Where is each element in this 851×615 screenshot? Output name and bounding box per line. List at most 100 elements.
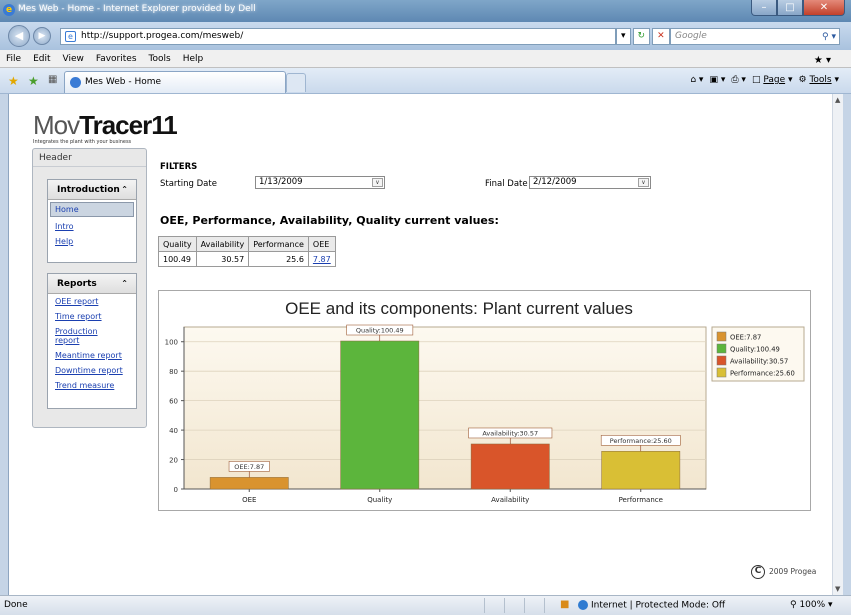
oee-chart: OEE and its components: Plant current va…: [165, 299, 805, 504]
menu-favorites[interactable]: Favorites: [96, 50, 137, 67]
y-tick-label: 20: [169, 457, 178, 465]
menu-tools[interactable]: Tools: [149, 50, 171, 67]
table-header-row: Quality Availability Performance OEE: [158, 236, 336, 252]
logo-text-light: Mov: [33, 110, 80, 140]
tools-menu-label: Tools: [809, 75, 832, 85]
search-icon[interactable]: ⚲ ▾: [822, 30, 836, 45]
data-label: Performance:25.60: [610, 437, 672, 445]
legend-entry: Quality:100.49: [730, 346, 780, 354]
add-favorite-icon[interactable]: ★: [28, 74, 39, 88]
page-menu[interactable]: □ Page ▾: [752, 75, 793, 85]
print-icon[interactable]: ⎙ ▾: [731, 75, 746, 85]
security-icon[interactable]: ■: [560, 599, 569, 610]
sidebar-item-help[interactable]: Help: [48, 234, 136, 249]
stop-icon[interactable]: ✕: [652, 28, 670, 45]
introduction-panel-header[interactable]: Introduction ⌃: [48, 180, 136, 200]
quick-tabs-icon[interactable]: ▦: [48, 74, 57, 85]
introduction-title: Introduction: [57, 185, 120, 195]
starting-date-label: Starting Date: [160, 179, 217, 189]
zoom-control[interactable]: ⚲ 100% ▾: [790, 600, 833, 610]
reports-panel-header[interactable]: Reports ⌃: [48, 274, 136, 294]
tab-mes-web-home[interactable]: Mes Web - Home: [64, 71, 286, 93]
dropdown-arrow-icon[interactable]: ▾: [616, 28, 631, 45]
feeds-icon[interactable]: ▣ ▾: [709, 75, 725, 85]
status-bar: Done ■ Internet | Protected Mode: Off ⚲ …: [0, 595, 851, 615]
table-header: Quality: [158, 236, 197, 252]
chevron-down-icon[interactable]: ∨: [638, 178, 649, 187]
x-tick-label: Quality: [367, 496, 392, 504]
address-bar-row: ◀ ▶ e http://support.progea.com/mesweb/ …: [0, 22, 851, 50]
sidebar-item-oee-report[interactable]: OEE report: [48, 294, 136, 309]
page-icon: e: [65, 31, 76, 42]
table-header: Performance: [248, 236, 309, 252]
new-tab-button[interactable]: [286, 73, 306, 92]
data-label: Quality:100.49: [356, 327, 404, 335]
starting-date-value: 1/13/2009: [259, 177, 303, 187]
sidebar-item-time-report[interactable]: Time report: [48, 309, 136, 324]
y-tick-label: 80: [169, 368, 178, 376]
sidebar-item-downtime-report[interactable]: Downtime report: [48, 363, 136, 378]
collapse-chevron-icon[interactable]: ⌃: [121, 180, 128, 200]
search-input[interactable]: Google ⚲ ▾: [670, 28, 840, 45]
table-cell-oee: 7.87: [307, 251, 336, 267]
movtracer-logo: MovTracer11 Integrates the plant with yo…: [33, 110, 178, 145]
scroll-up-icon[interactable]: ▲: [835, 96, 840, 104]
menu-file[interactable]: File: [6, 50, 21, 67]
sidebar-item-production-report[interactable]: Production report: [48, 324, 108, 348]
bar-quality: [340, 340, 420, 490]
status-divider: [524, 598, 525, 613]
status-divider: [484, 598, 485, 613]
y-tick-label: 60: [169, 398, 178, 406]
tab-title: Mes Web - Home: [85, 77, 162, 87]
forward-button[interactable]: ▶: [33, 27, 51, 45]
tab-row: ★ ★ ▦ Mes Web - Home ⌂ ▾ ▣ ▾ ⎙ ▾ □ Page …: [0, 68, 851, 94]
menu-help[interactable]: Help: [183, 50, 204, 67]
table-header: Availability: [195, 236, 250, 252]
web-page-content: MovTracer11 Integrates the plant with yo…: [8, 94, 832, 595]
ie-icon: e: [3, 4, 15, 16]
maximize-button[interactable]: □: [777, 0, 803, 16]
y-tick-label: 0: [174, 486, 178, 494]
oee-chart-container: OEE and its components: Plant current va…: [158, 290, 811, 511]
final-date-select[interactable]: 2/12/2009 ∨: [529, 176, 651, 189]
sidebar-item-intro[interactable]: Intro: [48, 219, 136, 234]
minimize-button[interactable]: –: [751, 0, 777, 16]
search-placeholder: Google: [675, 31, 707, 41]
table-cell-quality: 100.49: [158, 251, 197, 267]
url-text: http://support.progea.com/mesweb/: [81, 31, 244, 41]
sidebar-item-meantime-report[interactable]: Meantime report: [48, 348, 136, 363]
home-icon[interactable]: ⌂ ▾: [690, 75, 703, 85]
legend-swatch: [716, 331, 727, 342]
sidebar-item-home[interactable]: Home: [50, 202, 134, 217]
tools-menu[interactable]: ⚙ Tools ▾: [799, 75, 840, 85]
menu-edit[interactable]: Edit: [33, 50, 50, 67]
tab-ie-icon: [70, 77, 81, 88]
address-input[interactable]: e http://support.progea.com/mesweb/: [60, 28, 616, 45]
logo-text-bold: Tracer11: [79, 110, 178, 140]
data-label: OEE:7.87: [234, 463, 264, 471]
scroll-down-icon[interactable]: ▼: [835, 585, 840, 593]
table-header: OEE: [307, 236, 336, 252]
current-values-table: Quality Availability Performance OEE 100…: [158, 236, 336, 267]
table-cell-availability: 30.57: [195, 251, 250, 267]
back-button[interactable]: ◀: [8, 25, 30, 47]
oee-value-link[interactable]: 7.87: [313, 255, 331, 264]
menu-view[interactable]: View: [63, 50, 84, 67]
bar-availability: [470, 443, 550, 490]
refresh-icon[interactable]: ↻: [632, 28, 651, 45]
close-button[interactable]: ✕: [803, 0, 845, 16]
favorites-star-icon[interactable]: ★: [8, 74, 19, 88]
bar-oee: [209, 477, 289, 490]
sidebar-item-trend-measure[interactable]: Trend measure: [48, 378, 136, 393]
table-row: 100.49 30.57 25.6 7.87: [158, 251, 336, 267]
legend-swatch: [716, 367, 727, 378]
vertical-scrollbar[interactable]: ▲ ▼: [832, 94, 843, 595]
starting-date-select[interactable]: 1/13/2009 ∨: [255, 176, 385, 189]
security-zone[interactable]: Internet | Protected Mode: Off: [578, 600, 725, 611]
collapse-chevron-icon[interactable]: ⌃: [121, 274, 128, 294]
legend-swatch: [716, 343, 727, 354]
sidebar-header: Header: [33, 149, 146, 167]
chevron-down-icon[interactable]: ∨: [372, 178, 383, 187]
page-menu-label: Page: [763, 75, 786, 85]
y-tick-label: 100: [165, 339, 178, 347]
